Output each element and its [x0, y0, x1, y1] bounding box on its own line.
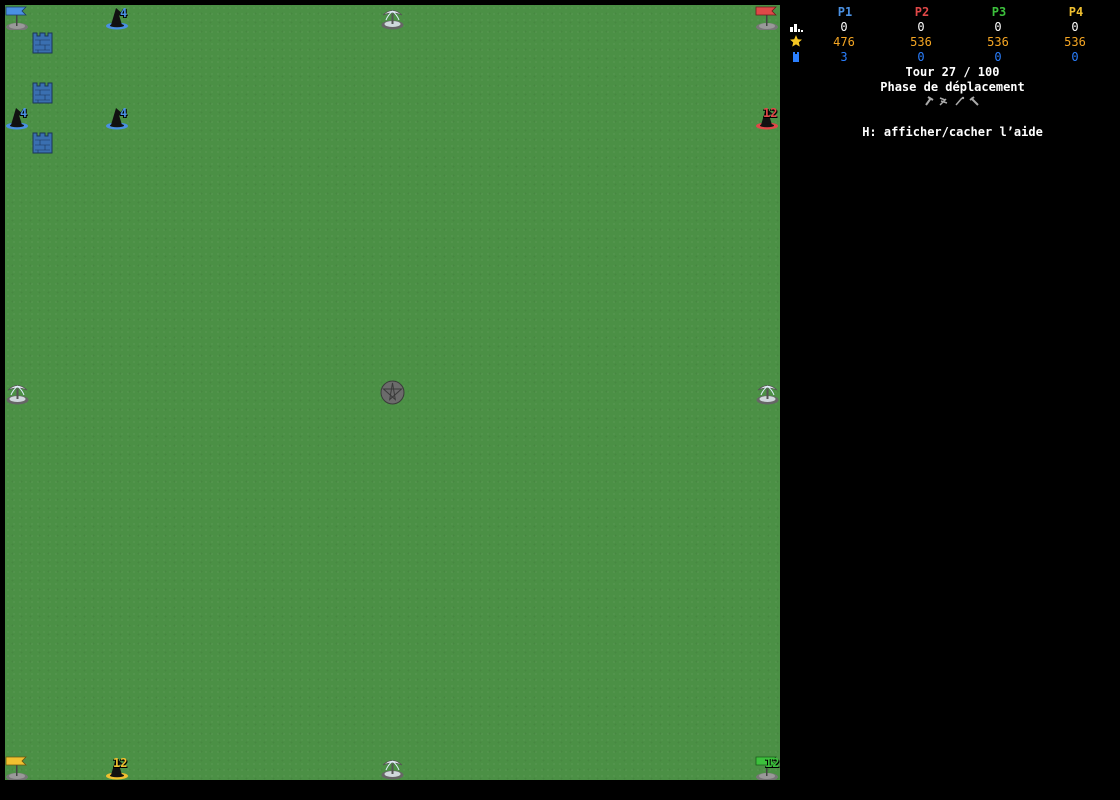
tower-icon: [32, 132, 53, 154]
fountain-icon: [6, 385, 29, 405]
flag-base-p2[interactable]: [755, 5, 780, 30]
score-towers-p4: 0: [1071, 50, 1079, 64]
score-stars-p1: 476: [833, 35, 855, 49]
turn-counter: Tour 27 / 100: [905, 65, 1000, 79]
unit-count: 12: [763, 106, 778, 120]
fountain-icon: [381, 760, 404, 780]
tower[interactable]: [30, 130, 55, 155]
unit-count: 4: [120, 106, 128, 120]
score-towers-p2: 0: [917, 50, 925, 64]
score-towers-p1: 3: [840, 50, 848, 64]
tower[interactable]: [30, 80, 55, 105]
score-stars-p4: 536: [1064, 35, 1086, 49]
help-toggle-hint: H: afficher/cacher l’aide: [862, 125, 1043, 139]
tower-icon: [32, 32, 53, 54]
flag-base-p4[interactable]: [5, 755, 30, 780]
tower-icon: [32, 82, 53, 104]
fountain-bottom[interactable]: [380, 755, 405, 780]
score-stars-p2: 536: [910, 35, 932, 49]
fountain-top[interactable]: [380, 5, 405, 30]
player-header-p2: P2: [914, 5, 930, 19]
pentagram-icon: [380, 380, 405, 405]
wizard-unit[interactable]: 12: [755, 105, 780, 130]
fountain-left[interactable]: [5, 380, 30, 405]
flag-icon: [5, 6, 28, 30]
buildings-icon: [790, 24, 803, 32]
star-icon: [790, 35, 802, 47]
base-unit-count: 12: [765, 756, 780, 770]
wizard-unit[interactable]: 4: [5, 105, 30, 130]
flag-icon: [5, 756, 28, 780]
score-buildings-p2: 0: [917, 20, 925, 34]
score-buildings-p3: 0: [994, 20, 1002, 34]
unit-count: 12: [113, 756, 128, 770]
score-stars-p3: 536: [987, 35, 1009, 49]
game-board[interactable]: 12 4 4 4 12 12: [5, 5, 780, 780]
fountain-icon: [756, 385, 779, 405]
score-towers-p3: 0: [994, 50, 1002, 64]
player-header-p4: P4: [1068, 5, 1084, 19]
tower[interactable]: [30, 30, 55, 55]
flag-icon: [755, 6, 778, 30]
score-buildings-p1: 0: [840, 20, 848, 34]
artifact-center[interactable]: [380, 380, 405, 405]
player-header-p1: P1: [837, 5, 853, 19]
flag-base-p1[interactable]: [5, 5, 30, 30]
flag-base-p3[interactable]: 12: [755, 755, 780, 780]
unit-count: 4: [20, 106, 28, 120]
wizard-unit[interactable]: 4: [105, 5, 130, 30]
wizard-unit[interactable]: 12: [105, 755, 130, 780]
scoreboard-panel: P1 P2 P3 P4 0 0 0 0 476 536 536 536 3 0 …: [780, 0, 1120, 800]
phase-progress-icons: [925, 96, 979, 106]
unit-count: 4: [120, 6, 128, 20]
player-header-p3: P3: [991, 5, 1007, 19]
fountain-icon: [381, 10, 404, 30]
fountain-right[interactable]: [755, 380, 780, 405]
phase-label: Phase de déplacement: [880, 80, 1025, 94]
tower-icon: [793, 52, 799, 62]
score-buildings-p4: 0: [1071, 20, 1079, 34]
wizard-unit[interactable]: 4: [105, 105, 130, 130]
